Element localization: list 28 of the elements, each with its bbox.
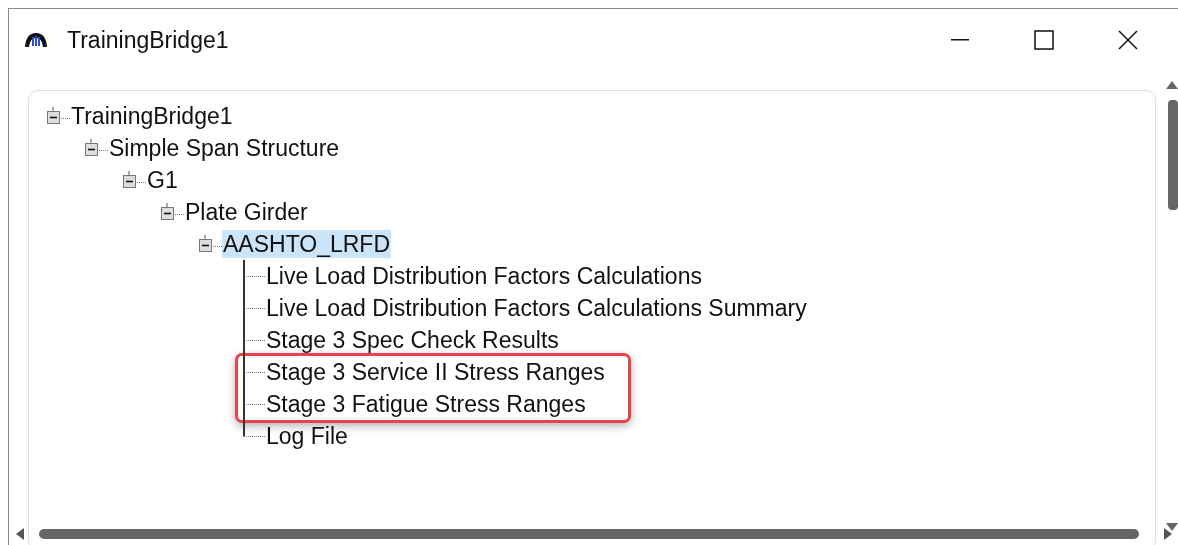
scrollbar-thumb[interactable] <box>39 529 1139 539</box>
scroll-down-icon[interactable] <box>1166 523 1178 533</box>
maximize-icon <box>1034 30 1054 50</box>
tree-item[interactable]: Live Load Distribution Factors Calculations <box>265 262 703 290</box>
collapse-icon[interactable] <box>199 235 213 253</box>
tree-item[interactable]: Stage 3 Spec Check Results <box>265 326 560 354</box>
minimize-icon <box>951 39 969 41</box>
collapse-icon[interactable] <box>161 203 175 221</box>
close-icon <box>1118 30 1138 50</box>
scroll-right-icon[interactable] <box>1164 528 1174 540</box>
scroll-left-icon[interactable] <box>14 528 24 540</box>
bridge-arch-icon <box>23 31 49 49</box>
collapse-icon[interactable] <box>123 171 137 189</box>
tree-item[interactable]: Plate Girder <box>184 198 309 226</box>
collapse-icon[interactable] <box>47 107 61 125</box>
tree-item[interactable]: AASHTO_LRFD <box>222 230 391 258</box>
tree-item[interactable]: Stage 3 Fatigue Stress Ranges <box>265 390 587 418</box>
tree-item[interactable]: Log File <box>265 422 349 450</box>
tree-item[interactable]: Simple Span Structure <box>108 134 341 162</box>
scrollbar-thumb[interactable] <box>1168 100 1178 210</box>
window-title: TrainingBridge1 <box>67 25 229 55</box>
scroll-up-icon[interactable] <box>1166 79 1178 89</box>
tree-item[interactable]: G1 <box>146 166 179 194</box>
collapse-icon[interactable] <box>85 139 99 157</box>
tree-item[interactable]: TrainingBridge1 <box>70 102 234 130</box>
tree-item[interactable]: Live Load Distribution Factors Calculations Summary <box>265 294 808 322</box>
horizontal-scrollbar[interactable] <box>14 528 1174 541</box>
tree-item[interactable]: Stage 3 Service II Stress Ranges <box>265 358 606 386</box>
